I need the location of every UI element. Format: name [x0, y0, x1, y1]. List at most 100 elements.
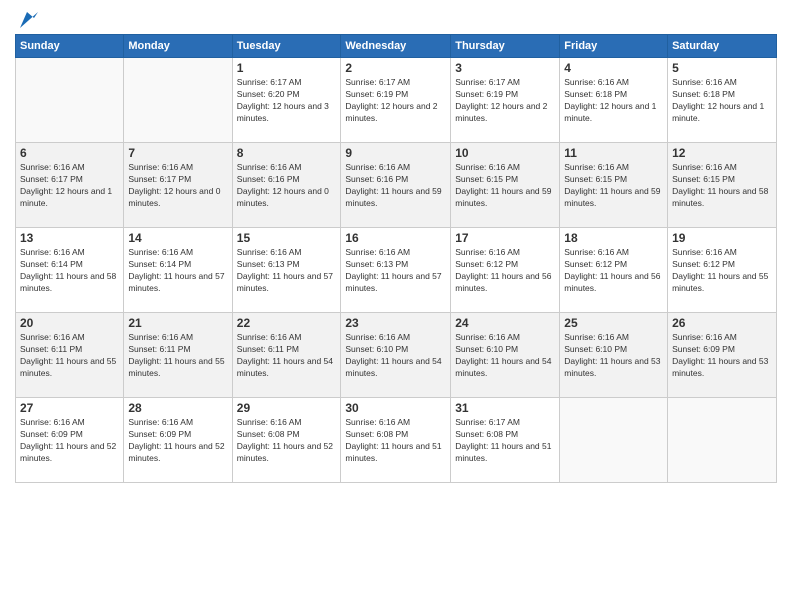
day-number: 31: [455, 401, 555, 415]
page: SundayMondayTuesdayWednesdayThursdayFrid…: [0, 0, 792, 612]
calendar-day-cell: 10 Sunrise: 6:16 AM Sunset: 6:15 PM Dayli…: [451, 143, 560, 228]
calendar-empty-cell: [668, 398, 777, 483]
calendar-empty-cell: [560, 398, 668, 483]
day-info: Sunrise: 6:16 AM Sunset: 6:15 PM Dayligh…: [672, 162, 772, 210]
calendar-empty-cell: [124, 58, 232, 143]
day-number: 1: [237, 61, 337, 75]
calendar-day-cell: 23 Sunrise: 6:16 AM Sunset: 6:10 PM Dayli…: [341, 313, 451, 398]
weekday-header-monday: Monday: [124, 35, 232, 58]
calendar-day-cell: 5 Sunrise: 6:16 AM Sunset: 6:18 PM Daylig…: [668, 58, 777, 143]
day-number: 6: [20, 146, 119, 160]
calendar-week-row: 1 Sunrise: 6:17 AM Sunset: 6:20 PM Daylig…: [16, 58, 777, 143]
calendar-day-cell: 6 Sunrise: 6:16 AM Sunset: 6:17 PM Daylig…: [16, 143, 124, 228]
day-info: Sunrise: 6:17 AM Sunset: 6:20 PM Dayligh…: [237, 77, 337, 125]
day-info: Sunrise: 6:16 AM Sunset: 6:08 PM Dayligh…: [237, 417, 337, 465]
calendar-day-cell: 27 Sunrise: 6:16 AM Sunset: 6:09 PM Dayli…: [16, 398, 124, 483]
day-number: 28: [128, 401, 227, 415]
calendar-day-cell: 24Sunrise: 6:16 AM Sunset: 6:10 PM Dayli…: [451, 313, 560, 398]
day-number: 2: [345, 61, 446, 75]
day-number: 7: [128, 146, 227, 160]
calendar-day-cell: 2 Sunrise: 6:17 AM Sunset: 6:19 PM Daylig…: [341, 58, 451, 143]
calendar-day-cell: 9Sunrise: 6:16 AM Sunset: 6:16 PM Daylig…: [341, 143, 451, 228]
day-number: 14: [128, 231, 227, 245]
calendar-week-row: 27 Sunrise: 6:16 AM Sunset: 6:09 PM Dayli…: [16, 398, 777, 483]
day-number: 12: [672, 146, 772, 160]
day-number: 13: [20, 231, 119, 245]
calendar-day-cell: 20 Sunrise: 6:16 AM Sunset: 6:11 PM Dayli…: [16, 313, 124, 398]
day-info: Sunrise: 6:17 AM Sunset: 6:19 PM Dayligh…: [345, 77, 446, 125]
day-number: 25: [564, 316, 663, 330]
logo: [15, 10, 38, 26]
calendar-week-row: 6 Sunrise: 6:16 AM Sunset: 6:17 PM Daylig…: [16, 143, 777, 228]
day-number: 22: [237, 316, 337, 330]
calendar-day-cell: 30 Sunrise: 6:16 AM Sunset: 6:08 PM Dayli…: [341, 398, 451, 483]
weekday-header-wednesday: Wednesday: [341, 35, 451, 58]
calendar-day-cell: 26Sunrise: 6:16 AM Sunset: 6:09 PM Dayli…: [668, 313, 777, 398]
day-number: 10: [455, 146, 555, 160]
day-info: Sunrise: 6:16 AM Sunset: 6:14 PM Dayligh…: [128, 247, 227, 295]
calendar-day-cell: 3 Sunrise: 6:17 AM Sunset: 6:19 PM Daylig…: [451, 58, 560, 143]
day-number: 24: [455, 316, 555, 330]
day-number: 29: [237, 401, 337, 415]
day-info: Sunrise: 6:16 AM Sunset: 6:14 PM Dayligh…: [20, 247, 119, 295]
day-info: Sunrise: 6:16 AM Sunset: 6:10 PM Dayligh…: [345, 332, 446, 380]
day-info: Sunrise: 6:17 AM Sunset: 6:08 PM Dayligh…: [455, 417, 555, 465]
calendar-day-cell: 7Sunrise: 6:16 AM Sunset: 6:17 PM Daylig…: [124, 143, 232, 228]
calendar-day-cell: 4Sunrise: 6:16 AM Sunset: 6:18 PM Daylig…: [560, 58, 668, 143]
day-info: Sunrise: 6:17 AM Sunset: 6:19 PM Dayligh…: [455, 77, 555, 125]
logo-icon: [16, 10, 38, 30]
day-info: Sunrise: 6:16 AM Sunset: 6:18 PM Dayligh…: [564, 77, 663, 125]
day-info: Sunrise: 6:16 AM Sunset: 6:10 PM Dayligh…: [564, 332, 663, 380]
calendar-day-cell: 13 Sunrise: 6:16 AM Sunset: 6:14 PM Dayli…: [16, 228, 124, 313]
calendar-day-cell: 31 Sunrise: 6:17 AM Sunset: 6:08 PM Dayli…: [451, 398, 560, 483]
day-info: Sunrise: 6:16 AM Sunset: 6:11 PM Dayligh…: [237, 332, 337, 380]
day-number: 8: [237, 146, 337, 160]
day-info: Sunrise: 6:16 AM Sunset: 6:15 PM Dayligh…: [455, 162, 555, 210]
day-info: Sunrise: 6:16 AM Sunset: 6:15 PM Dayligh…: [564, 162, 663, 210]
weekday-header-tuesday: Tuesday: [232, 35, 341, 58]
calendar-day-cell: 19 Sunrise: 6:16 AM Sunset: 6:12 PM Dayli…: [668, 228, 777, 313]
weekday-header-row: SundayMondayTuesdayWednesdayThursdayFrid…: [16, 35, 777, 58]
calendar-table: SundayMondayTuesdayWednesdayThursdayFrid…: [15, 34, 777, 483]
calendar-week-row: 13 Sunrise: 6:16 AM Sunset: 6:14 PM Dayli…: [16, 228, 777, 313]
calendar-day-cell: 16Sunrise: 6:16 AM Sunset: 6:13 PM Dayli…: [341, 228, 451, 313]
day-number: 20: [20, 316, 119, 330]
calendar-day-cell: 8Sunrise: 6:16 AM Sunset: 6:16 PM Daylig…: [232, 143, 341, 228]
header: [15, 10, 777, 26]
day-number: 30: [345, 401, 446, 415]
day-info: Sunrise: 6:16 AM Sunset: 6:11 PM Dayligh…: [128, 332, 227, 380]
calendar-day-cell: 14 Sunrise: 6:16 AM Sunset: 6:14 PM Dayli…: [124, 228, 232, 313]
day-info: Sunrise: 6:16 AM Sunset: 6:09 PM Dayligh…: [20, 417, 119, 465]
day-number: 16: [345, 231, 446, 245]
day-info: Sunrise: 6:16 AM Sunset: 6:09 PM Dayligh…: [672, 332, 772, 380]
day-info: Sunrise: 6:16 AM Sunset: 6:11 PM Dayligh…: [20, 332, 119, 380]
calendar-day-cell: 12 Sunrise: 6:16 AM Sunset: 6:15 PM Dayli…: [668, 143, 777, 228]
calendar-day-cell: 25 Sunrise: 6:16 AM Sunset: 6:10 PM Dayli…: [560, 313, 668, 398]
calendar-day-cell: 22 Sunrise: 6:16 AM Sunset: 6:11 PM Dayli…: [232, 313, 341, 398]
day-info: Sunrise: 6:16 AM Sunset: 6:09 PM Dayligh…: [128, 417, 227, 465]
day-info: Sunrise: 6:16 AM Sunset: 6:17 PM Dayligh…: [20, 162, 119, 210]
day-number: 23: [345, 316, 446, 330]
day-info: Sunrise: 6:16 AM Sunset: 6:16 PM Dayligh…: [345, 162, 446, 210]
calendar-day-cell: 21Sunrise: 6:16 AM Sunset: 6:11 PM Dayli…: [124, 313, 232, 398]
calendar-day-cell: 11Sunrise: 6:16 AM Sunset: 6:15 PM Dayli…: [560, 143, 668, 228]
day-number: 18: [564, 231, 663, 245]
day-info: Sunrise: 6:16 AM Sunset: 6:18 PM Dayligh…: [672, 77, 772, 125]
day-number: 15: [237, 231, 337, 245]
calendar-day-cell: 28 Sunrise: 6:16 AM Sunset: 6:09 PM Dayli…: [124, 398, 232, 483]
day-number: 3: [455, 61, 555, 75]
day-info: Sunrise: 6:16 AM Sunset: 6:08 PM Dayligh…: [345, 417, 446, 465]
calendar-day-cell: 29 Sunrise: 6:16 AM Sunset: 6:08 PM Dayli…: [232, 398, 341, 483]
day-number: 17: [455, 231, 555, 245]
calendar-week-row: 20 Sunrise: 6:16 AM Sunset: 6:11 PM Dayli…: [16, 313, 777, 398]
day-number: 27: [20, 401, 119, 415]
calendar-day-cell: 15Sunrise: 6:16 AM Sunset: 6:13 PM Dayli…: [232, 228, 341, 313]
calendar-day-cell: 17 Sunrise: 6:16 AM Sunset: 6:12 PM Dayli…: [451, 228, 560, 313]
calendar-empty-cell: [16, 58, 124, 143]
day-info: Sunrise: 6:16 AM Sunset: 6:12 PM Dayligh…: [672, 247, 772, 295]
day-number: 19: [672, 231, 772, 245]
weekday-header-friday: Friday: [560, 35, 668, 58]
day-number: 5: [672, 61, 772, 75]
day-info: Sunrise: 6:16 AM Sunset: 6:12 PM Dayligh…: [455, 247, 555, 295]
weekday-header-thursday: Thursday: [451, 35, 560, 58]
